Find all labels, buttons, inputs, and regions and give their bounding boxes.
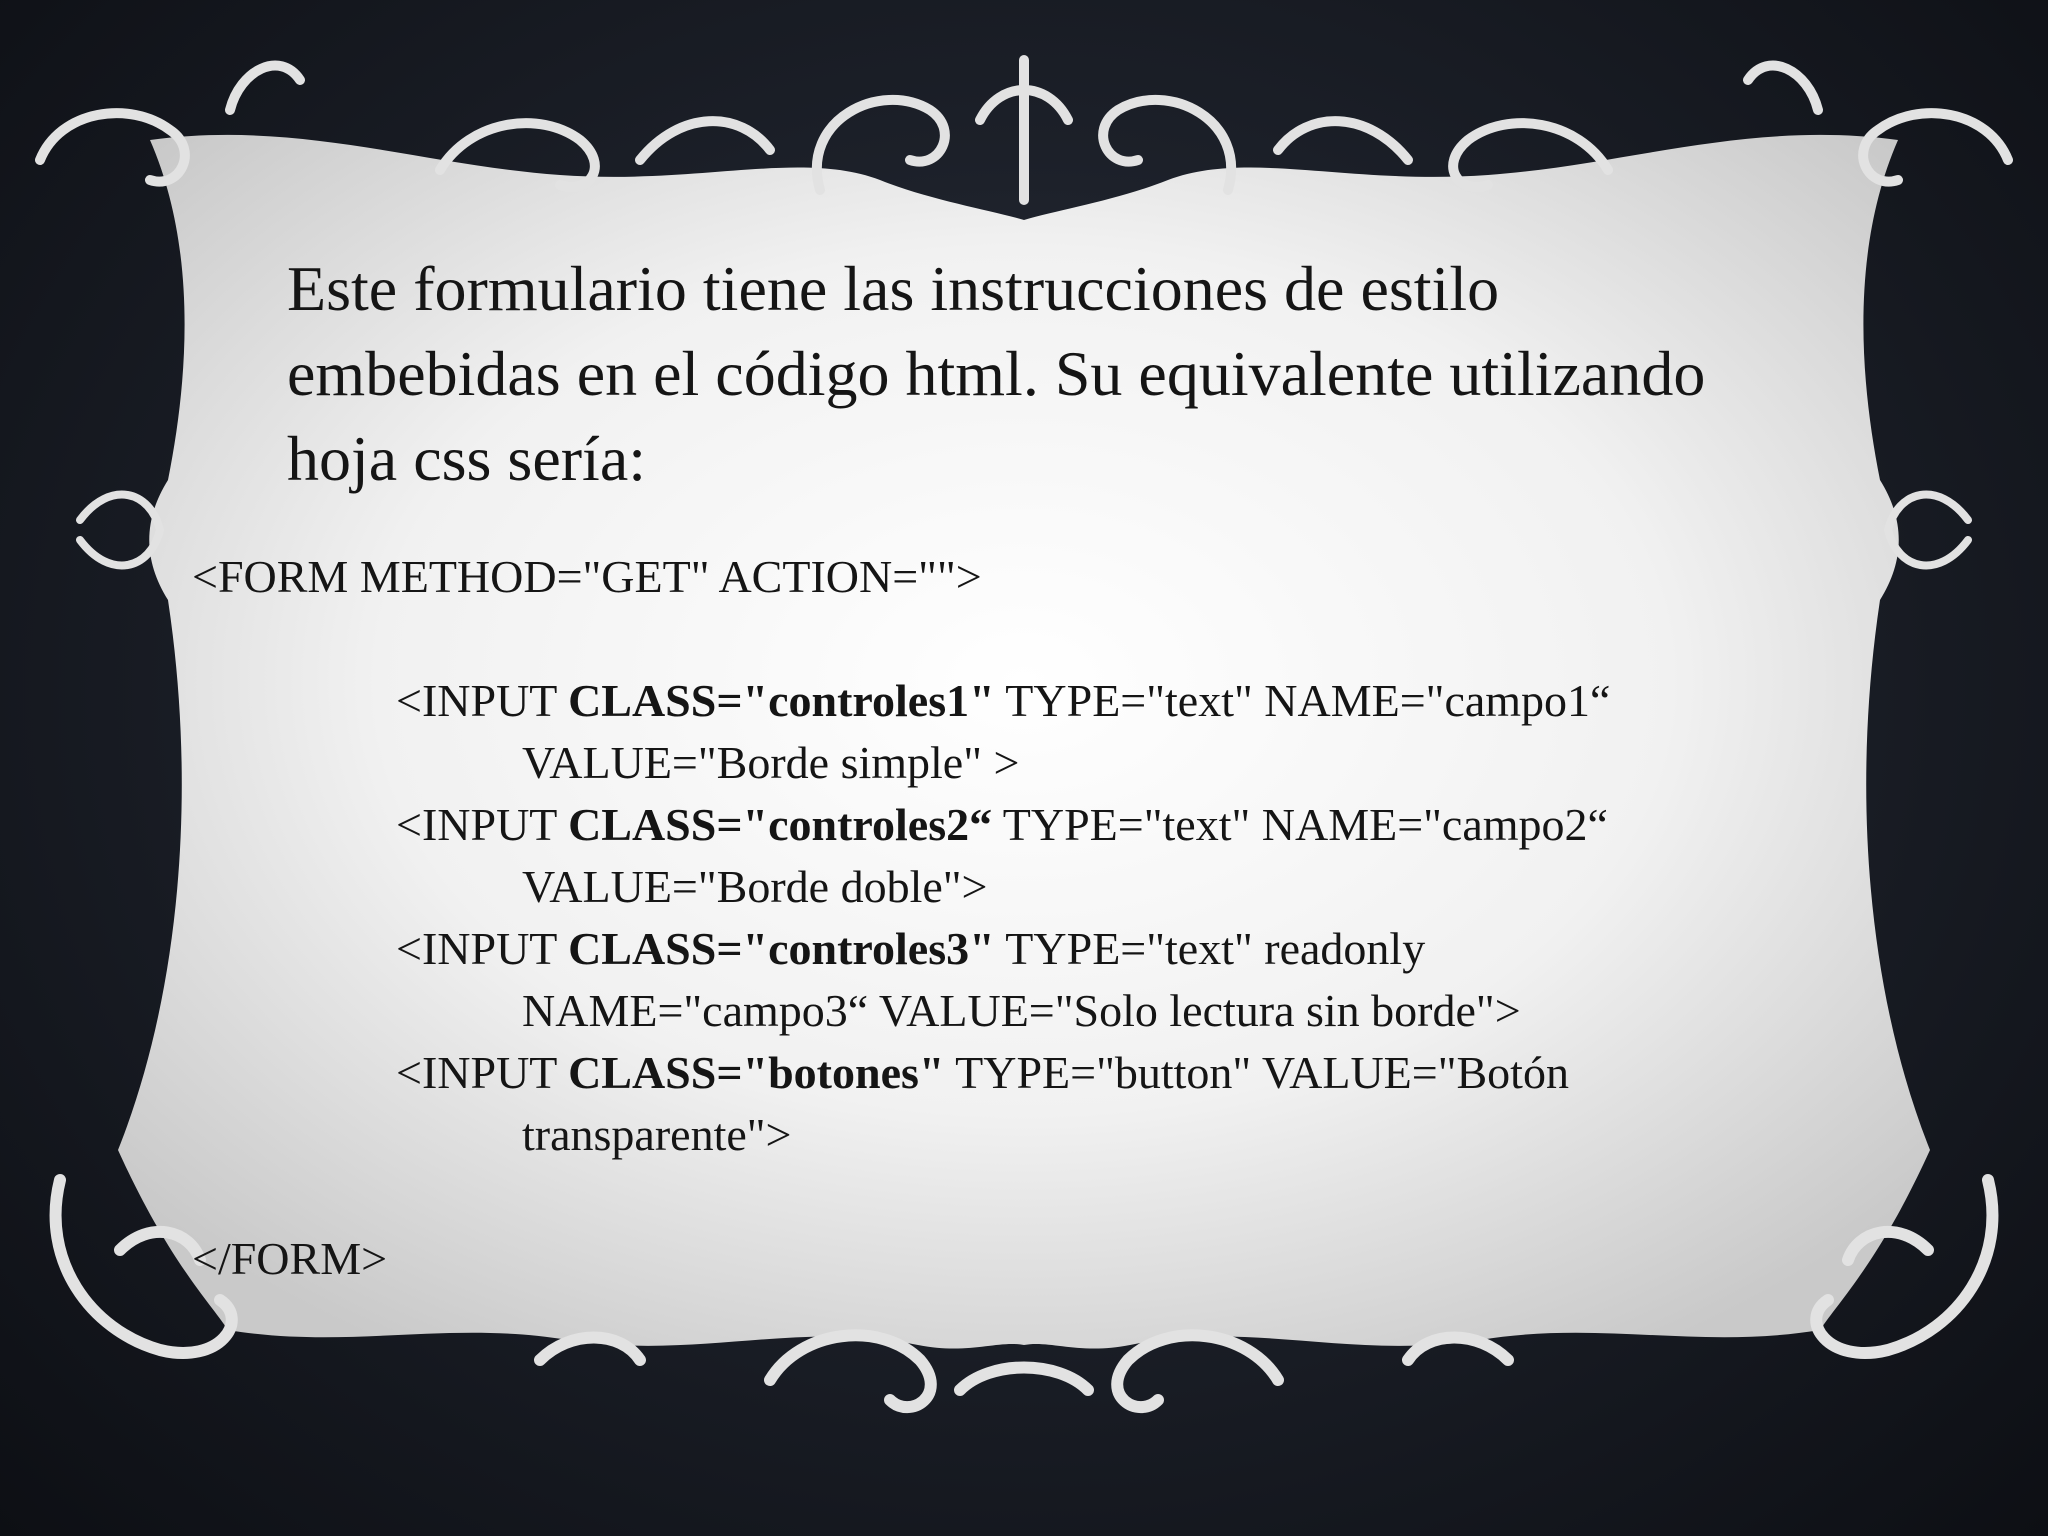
- input-prefix: <INPUT: [396, 675, 569, 726]
- code-block: <FORM METHOD="GET" ACTION=""> <INPUT CLA…: [192, 546, 1832, 1290]
- slide: Este formulario tiene las instrucciones …: [0, 0, 2048, 1536]
- class-attribute: CLASS="controles3": [568, 923, 995, 974]
- input-prefix: <INPUT: [396, 923, 569, 974]
- input-continuation: VALUE="Borde doble">: [522, 861, 988, 912]
- input-attributes: TYPE="text" NAME="campo1“: [994, 675, 1611, 726]
- input-line-controles3: <INPUT CLASS="controles3" TYPE="text" re…: [396, 918, 1832, 1042]
- input-continuation: NAME="campo3“ VALUE="Solo lectura sin bo…: [522, 985, 1521, 1036]
- input-continuation: transparente">: [522, 1109, 792, 1160]
- input-prefix: <INPUT: [396, 799, 569, 850]
- class-attribute: CLASS="controles1": [568, 675, 995, 726]
- intro-text: Este formulario tiene las instrucciones …: [287, 253, 1706, 494]
- input-line-controles1: <INPUT CLASS="controles1" TYPE="text" NA…: [396, 670, 1832, 794]
- input-line-botones: <INPUT CLASS="botones" TYPE="button" VAL…: [396, 1042, 1832, 1166]
- class-attribute: CLASS="botones": [568, 1047, 945, 1098]
- input-list: <INPUT CLASS="controles1" TYPE="text" NA…: [192, 670, 1832, 1166]
- form-open-tag: <FORM METHOD="GET" ACTION="">: [192, 551, 982, 602]
- input-attributes: TYPE="text" readonly: [994, 923, 1426, 974]
- form-close-tag: </FORM>: [192, 1233, 388, 1284]
- input-continuation: VALUE="Borde simple" >: [522, 737, 1020, 788]
- input-prefix: <INPUT: [396, 1047, 569, 1098]
- input-attributes: TYPE="text" NAME="campo2“: [992, 799, 1608, 850]
- input-attributes: TYPE="button" VALUE="Botón: [944, 1047, 1569, 1098]
- input-line-controles2: <INPUT CLASS="controles2“ TYPE="text" NA…: [396, 794, 1832, 918]
- class-attribute: CLASS="controles2“: [568, 799, 993, 850]
